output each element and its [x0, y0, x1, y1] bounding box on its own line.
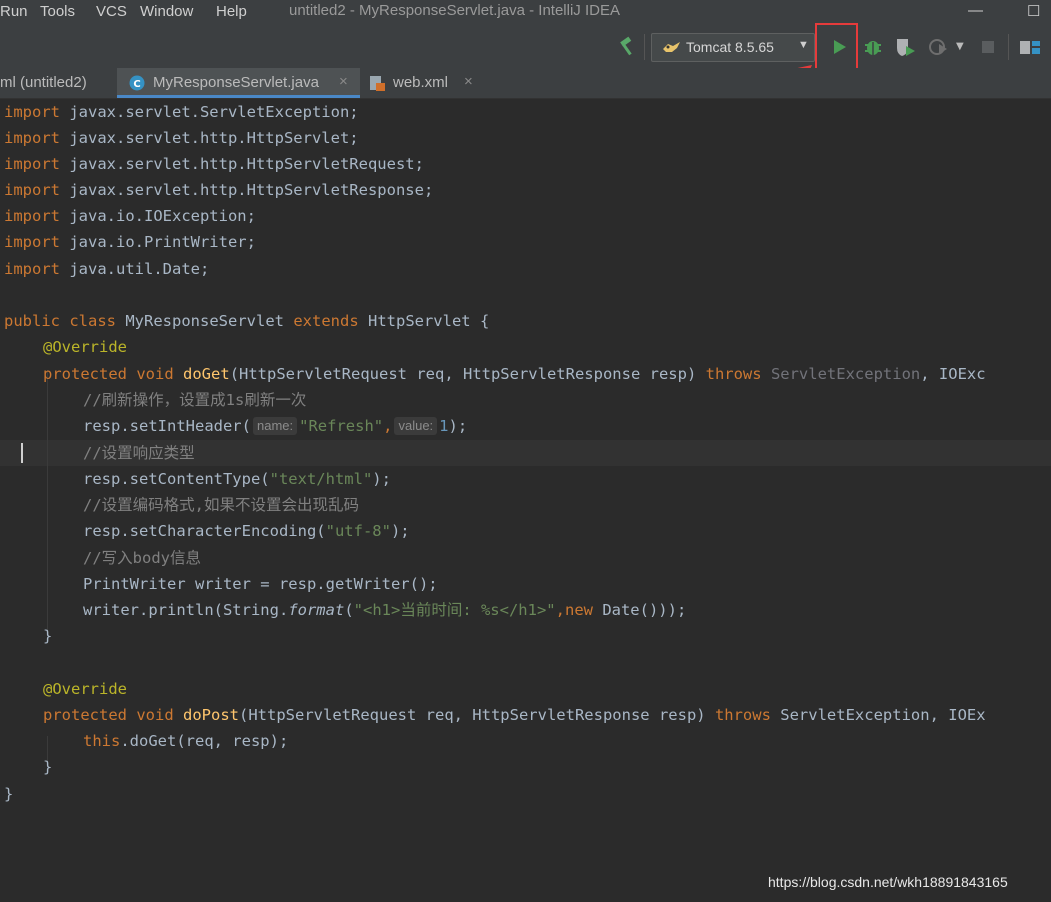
- run-configuration-label: Tomcat 8.5.65: [686, 39, 774, 55]
- java-class-icon: C: [129, 75, 145, 91]
- code-line: //写入body信息: [83, 549, 201, 567]
- tab-module-xml[interactable]: ml (untitled2): [0, 68, 117, 98]
- minimize-icon[interactable]: —: [968, 2, 983, 19]
- xml-file-icon: [370, 76, 385, 91]
- text-caret: [21, 443, 23, 463]
- svg-text:C: C: [133, 79, 140, 90]
- tab-web-xml[interactable]: web.xml ×: [360, 68, 485, 98]
- profile-icon[interactable]: [928, 36, 950, 58]
- tab-myresponseservlet-java[interactable]: C MyResponseServlet.java ×: [117, 68, 360, 98]
- code-line: resp.setIntHeader(name: "Refresh", value: 1…: [83, 417, 468, 435]
- indent-guide: [47, 370, 48, 633]
- code-line: @Override: [43, 338, 127, 356]
- code-line: resp.setCharacterEncoding("utf-8");: [83, 522, 410, 540]
- chevron-down-icon[interactable]: ▼: [956, 41, 964, 52]
- close-icon[interactable]: ×: [464, 73, 473, 90]
- tomcat-icon: [663, 42, 680, 52]
- stop-icon[interactable]: [980, 39, 996, 55]
- watermark-text: https://blog.csdn.net/wkh18891843165: [768, 874, 1008, 890]
- code-line: resp.setContentType("text/html");: [83, 470, 391, 488]
- code-line: import javax.servlet.http.HttpServletRes…: [4, 181, 434, 199]
- toolbar-separator: [1008, 34, 1009, 60]
- code-line: import javax.servlet.ServletException;: [4, 103, 359, 121]
- code-line: public class MyResponseServlet extends H…: [4, 312, 490, 330]
- coverage-icon[interactable]: [894, 36, 918, 58]
- code-line: import javax.servlet.http.HttpServletReq…: [4, 155, 424, 173]
- code-line: }: [43, 627, 53, 645]
- code-line: @Override: [43, 680, 127, 698]
- chevron-down-icon: ▼: [798, 39, 809, 51]
- maximize-icon[interactable]: ☐: [1027, 2, 1040, 20]
- debug-icon[interactable]: [862, 36, 884, 58]
- menu-bar: Run Tools VCS Window Help untitled2 - My…: [0, 0, 1051, 26]
- code-line: import javax.servlet.http.HttpServlet;: [4, 129, 359, 147]
- run-button-highlight: [815, 23, 858, 72]
- parameter-hint: value:: [394, 417, 438, 435]
- code-line: PrintWriter writer = resp.getWriter();: [83, 575, 438, 593]
- editor-tab-bar: ml (untitled2) C MyResponseServlet.java …: [0, 68, 1051, 99]
- menu-help[interactable]: Help: [216, 3, 247, 20]
- project-structure-icon[interactable]: [1019, 37, 1041, 57]
- code-line: }: [43, 758, 53, 776]
- code-line: import java.util.Date;: [4, 260, 210, 278]
- tab-label: MyResponseServlet.java: [153, 74, 319, 91]
- code-line: import java.io.IOException;: [4, 207, 256, 225]
- tab-label: ml (untitled2): [0, 74, 87, 91]
- code-line: //设置编码格式,如果不设置会出现乱码: [83, 496, 359, 514]
- code-line: protected void doGet(HttpServletRequest …: [43, 365, 986, 383]
- menu-run[interactable]: Run: [0, 3, 28, 20]
- code-line: writer.println(String.format("<h1>当前时间: …: [83, 601, 687, 619]
- tab-label: web.xml: [393, 74, 449, 91]
- menu-vcs[interactable]: VCS: [96, 3, 127, 20]
- code-line: }: [4, 785, 14, 803]
- code-line: import java.io.PrintWriter;: [4, 233, 256, 251]
- window-title: untitled2 - MyResponseServlet.java - Int…: [289, 2, 620, 19]
- code-line: //刷新操作，设置成1s刷新一次: [83, 391, 307, 409]
- parameter-hint: name:: [252, 417, 298, 435]
- close-icon[interactable]: ×: [339, 73, 348, 90]
- menu-window[interactable]: Window: [140, 3, 193, 20]
- code-line: //设置响应类型: [83, 444, 195, 462]
- code-line: protected void doPost(HttpServletRequest…: [43, 706, 986, 724]
- code-line: this.doGet(req, resp);: [83, 732, 289, 750]
- code-editor[interactable]: import javax.servlet.ServletException; i…: [0, 99, 1051, 902]
- menu-tools[interactable]: Tools: [40, 3, 75, 20]
